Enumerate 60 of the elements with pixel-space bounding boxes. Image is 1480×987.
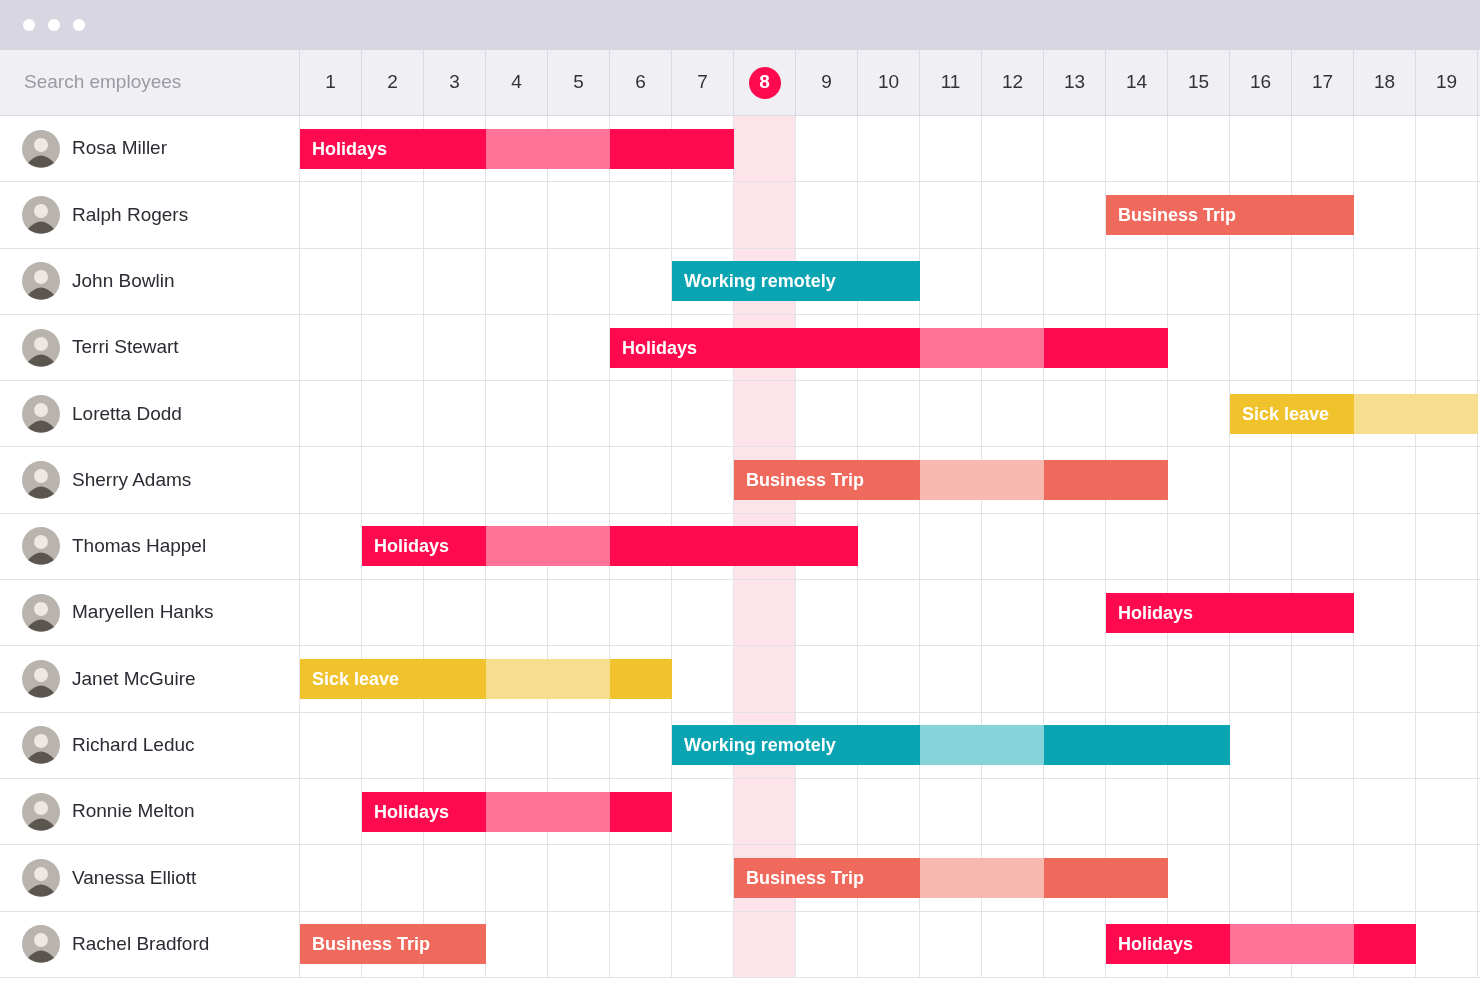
employee-name: John Bowlin: [72, 269, 175, 293]
event-label: Holidays: [1118, 932, 1194, 956]
day-number[interactable]: 3: [438, 66, 471, 99]
avatar-icon: [22, 328, 60, 367]
avatar-icon: [22, 129, 60, 168]
avatar-icon: [22, 726, 60, 765]
event-label: Holidays: [374, 534, 450, 558]
day-number[interactable]: 13: [1058, 66, 1091, 99]
event-label: Working remotely: [684, 733, 836, 757]
avatar-icon: [22, 461, 60, 500]
day-number[interactable]: 2: [376, 66, 409, 99]
avatar-icon: [22, 792, 60, 831]
avatar-icon: [22, 858, 60, 897]
avatar-icon: [22, 262, 60, 301]
employee-name: Maryellen Hanks: [72, 600, 214, 625]
day-number[interactable]: 14: [1120, 66, 1153, 99]
employee-name: Richard Leduc: [72, 733, 195, 758]
day-number[interactable]: 18: [1368, 66, 1401, 99]
day-number[interactable]: 5: [562, 66, 595, 99]
day-number[interactable]: 4: [500, 66, 533, 99]
event-label: Sick leave: [312, 667, 400, 691]
avatar-icon: [22, 925, 60, 964]
avatar-icon: [22, 660, 60, 698]
day-number[interactable]: 9: [810, 66, 843, 99]
event-label: Holidays: [312, 137, 388, 161]
employee-name: Rosa Miller: [72, 136, 168, 161]
day-number[interactable]: 1: [314, 66, 347, 99]
day-number[interactable]: 8: [748, 66, 781, 99]
day-number[interactable]: 19: [1430, 66, 1463, 99]
day-number[interactable]: 6: [624, 66, 657, 99]
event-label: Holidays: [622, 336, 698, 360]
event-label: Sick leave: [1242, 402, 1330, 426]
avatar-icon: [22, 593, 60, 632]
search-field[interactable]: Search employees: [0, 50, 300, 115]
event-label: Business Trip: [746, 866, 865, 890]
day-number[interactable]: 12: [996, 66, 1029, 99]
avatar-icon: [22, 527, 60, 566]
employee-name: Sherry Adams: [72, 467, 192, 492]
event-label: Holidays: [1118, 601, 1194, 625]
day-number[interactable]: 16: [1244, 66, 1277, 99]
event-label: Business Trip: [1118, 203, 1237, 227]
event-label: Business Trip: [312, 932, 431, 956]
employee-name: Vanessa Elliott: [72, 865, 197, 890]
event-label: Holidays: [374, 800, 450, 824]
employee-name: Loretta Dodd: [72, 401, 182, 426]
day-number[interactable]: 11: [934, 66, 967, 99]
employee-name: Terri Stewart: [72, 335, 179, 360]
event-label: Working remotely: [684, 269, 836, 293]
employee-name: Janet McGuire: [72, 666, 196, 691]
event-label: Business Trip: [746, 468, 865, 492]
employee-name: Rachel Bradford: [72, 931, 210, 956]
avatar-icon: [22, 394, 60, 433]
employee-name: Thomas Happel: [72, 534, 207, 559]
day-number[interactable]: 10: [872, 66, 905, 99]
avatar-icon: [22, 195, 60, 234]
day-number[interactable]: 15: [1182, 66, 1215, 99]
employee-name: Ralph Rogers: [72, 202, 189, 227]
day-number[interactable]: 17: [1306, 66, 1339, 99]
day-number[interactable]: 7: [686, 66, 719, 99]
employee-name: Ronnie Melton: [72, 799, 195, 824]
